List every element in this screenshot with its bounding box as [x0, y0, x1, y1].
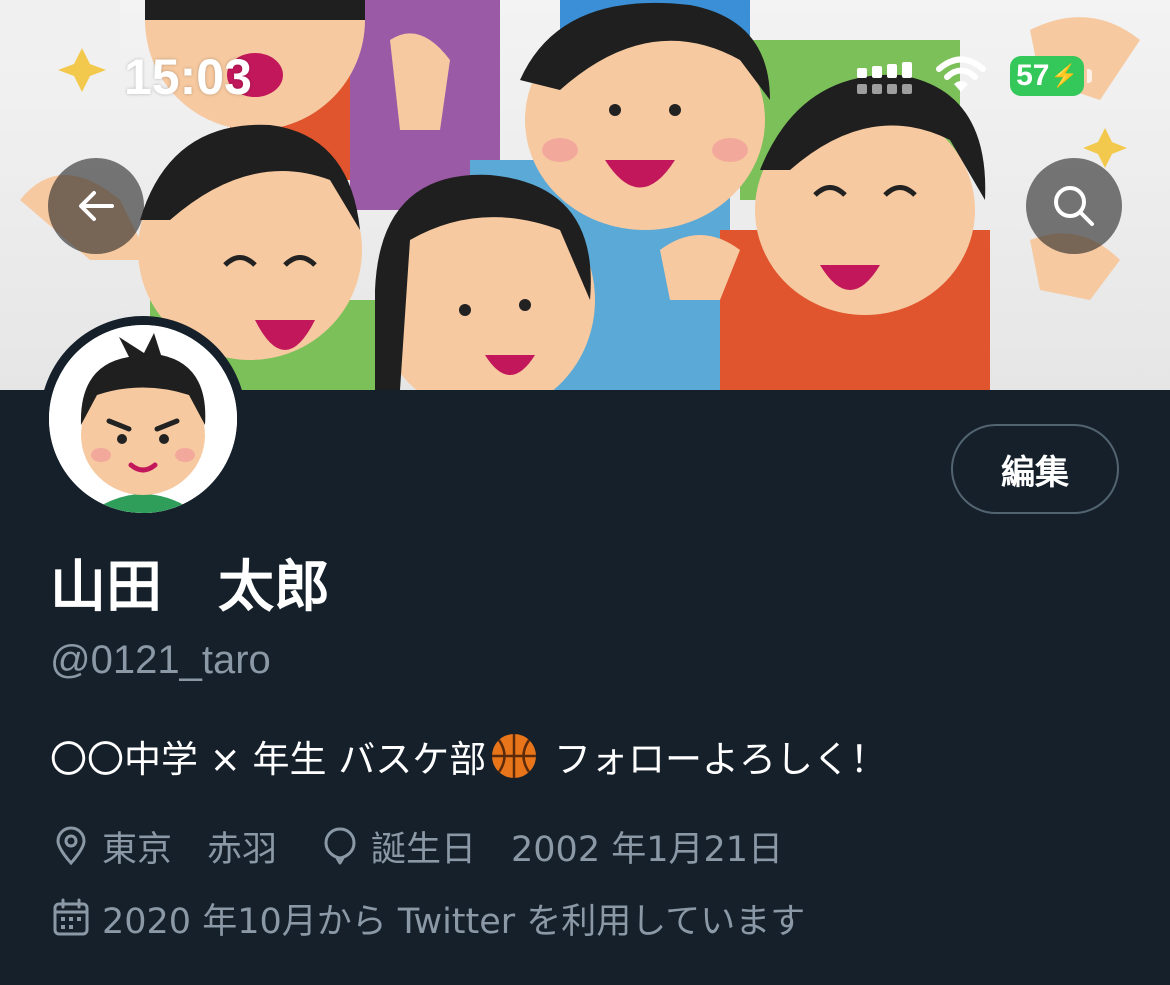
status-time: 15:03 [124, 49, 252, 105]
battery-level: 57 [1016, 59, 1050, 92]
battery-indicator: 57 ⚡ [1010, 56, 1084, 96]
joined-text: 2020 年10月から Twitter を利用しています [102, 901, 806, 942]
profile-avatar[interactable] [40, 316, 246, 522]
profile-birthday: 誕生日 2002 年1月21日 [319, 821, 783, 872]
battery-cap [1087, 69, 1092, 83]
search-button[interactable] [1026, 158, 1122, 254]
birthday-text: 誕生日 2002 年1月21日 [371, 829, 784, 870]
balloon-icon [324, 827, 356, 865]
arrow-left-icon [79, 191, 114, 221]
wifi-icon [936, 56, 986, 92]
profile-joined-row: 2020 年10月から Twitter を利用しています [50, 890, 805, 946]
calendar-icon [53, 898, 89, 936]
profile-display-name: 山田 太郎 [50, 555, 330, 620]
profile-meta-row: 東京 赤羽 誕生日 2002 年1月21日 [50, 818, 783, 874]
cellular-signal-icon [857, 62, 912, 94]
basketball-icon [492, 734, 537, 778]
search-icon [1054, 186, 1094, 226]
profile-joined: 2020 年10月から Twitter を利用しています [50, 893, 805, 944]
location-text: 東京 赤羽 [102, 829, 278, 870]
edit-profile-button[interactable]: 編集 [951, 424, 1119, 514]
avatar-image [49, 325, 237, 513]
location-pin-icon [56, 826, 86, 866]
profile-bio: 〇〇中学 × 年生 バスケ部 フォローよろしく！ [50, 732, 887, 788]
charging-bolt-icon: ⚡ [1050, 63, 1078, 88]
bio-tail-text: フォローよろしく！ [542, 738, 888, 781]
bio-text: 〇〇中学 × 年生 バスケ部 [50, 738, 487, 781]
back-button[interactable] [48, 158, 144, 254]
avatar-illustration [49, 325, 237, 513]
profile-handle: @0121_taro [50, 638, 271, 682]
profile-location: 東京 赤羽 [50, 821, 277, 872]
